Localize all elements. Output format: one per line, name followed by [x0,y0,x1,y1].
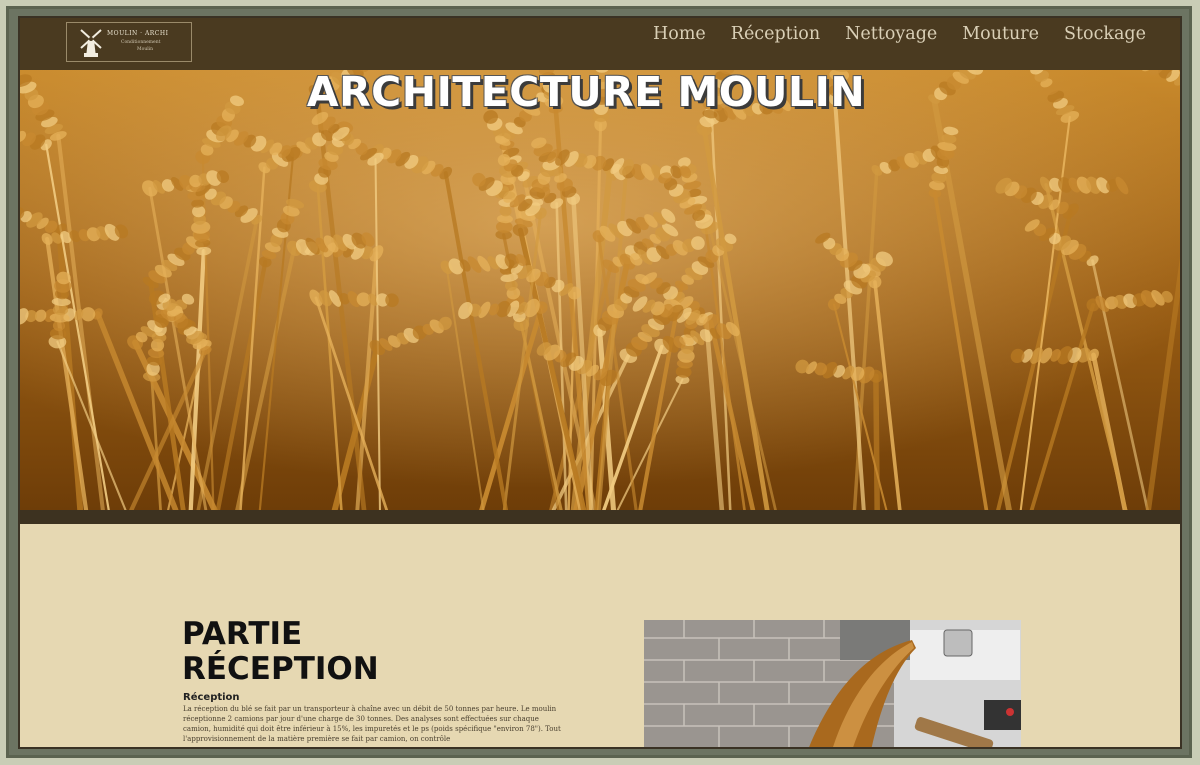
website-screenshot: MOULIN · ARCHI Conditionnement Moulin Ho… [18,16,1182,749]
nav-link-stockage[interactable]: Stockage [1064,24,1146,44]
main-menu: Home Réception Nettoyage Mouture Stockag… [653,24,1146,44]
logo-subtext: Conditionnement [121,40,161,45]
section-title-line-1: PARTIE [182,616,303,652]
nav-link-home[interactable]: Home [653,24,706,44]
site-logo[interactable]: MOULIN · ARCHI Conditionnement Moulin [66,22,192,62]
section-body-text: La réception du blé se fait par un trans… [183,705,561,743]
logo-text: MOULIN · ARCHI [107,30,169,37]
section-title: PARTIE RÉCEPTION [182,617,379,687]
section-subtitle: Réception [183,692,240,703]
nav-link-nettoyage[interactable]: Nettoyage [845,24,937,44]
logo-subtext-2: Moulin [137,47,153,52]
nav-link-reception[interactable]: Réception [731,24,820,44]
grain-unloading-photo [644,620,1021,747]
section-title-line-2: RÉCEPTION [182,651,379,687]
hero-title: ARCHITECTURE MOULIN [306,70,866,116]
divider-band [20,510,1180,524]
wheat-field-image [20,70,1180,510]
nav-link-mouture[interactable]: Mouture [962,24,1039,44]
reception-section: PARTIE RÉCEPTION Réception La réception … [20,524,1180,747]
top-navigation-bar: MOULIN · ARCHI Conditionnement Moulin Ho… [20,18,1180,70]
hero-banner: ARCHITECTURE MOULIN [20,70,1180,510]
windmill-icon [80,29,102,57]
